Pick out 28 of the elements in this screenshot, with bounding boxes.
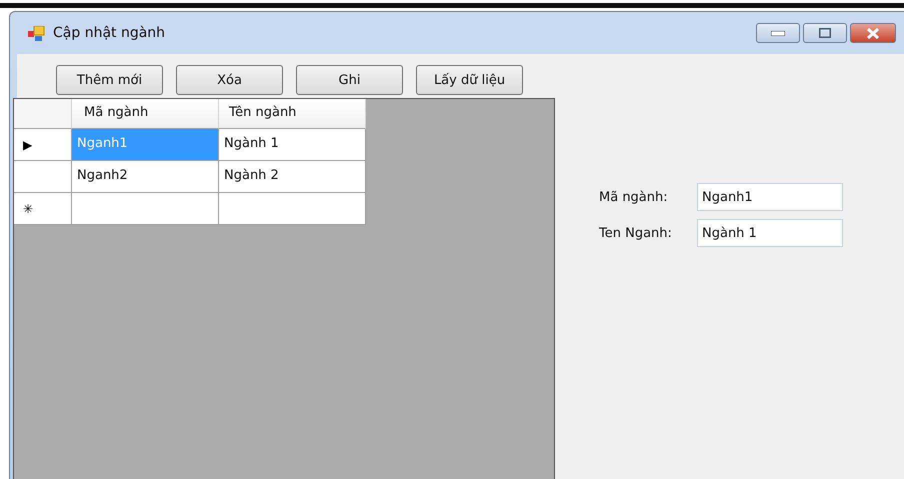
row-header[interactable] xyxy=(14,161,72,193)
toolbar-button[interactable]: Ghi xyxy=(296,65,403,95)
window-title: Cập nhật ngành xyxy=(53,25,166,41)
column-header[interactable]: Tên ngành xyxy=(219,99,366,129)
row-header[interactable]: ✳ xyxy=(14,193,72,225)
close-button[interactable] xyxy=(850,23,896,43)
table-cell[interactable]: Ngành 2 xyxy=(219,161,366,193)
minimize-button[interactable] xyxy=(756,23,800,43)
table-cell[interactable] xyxy=(219,193,366,225)
toolbar-button[interactable]: Xóa xyxy=(176,65,283,95)
maximize-icon xyxy=(819,28,831,38)
minimize-icon xyxy=(771,30,785,36)
input-field[interactable]: Nganh1 xyxy=(697,183,843,211)
row-marker: ✳ xyxy=(23,202,34,216)
table-cell[interactable]: Nganh2 xyxy=(72,161,219,193)
close-icon xyxy=(866,28,880,38)
maximize-button[interactable] xyxy=(803,23,847,43)
column-header[interactable]: Mã ngành xyxy=(72,99,219,129)
row-marker: ▶ xyxy=(23,138,32,152)
field-label: Ten Nganh: xyxy=(599,226,673,240)
table-cell[interactable] xyxy=(72,193,219,225)
toolbar-button[interactable]: Thêm mới xyxy=(56,65,163,95)
input-field[interactable]: Ngành 1 xyxy=(697,219,843,247)
table-cell[interactable]: Ngành 1 xyxy=(219,129,366,161)
toolbar-button[interactable]: Lấy dữ liệu xyxy=(416,65,523,95)
row-header[interactable]: ▶ xyxy=(14,129,72,161)
field-label: Mã ngành: xyxy=(599,190,669,204)
app-icon xyxy=(28,26,45,40)
